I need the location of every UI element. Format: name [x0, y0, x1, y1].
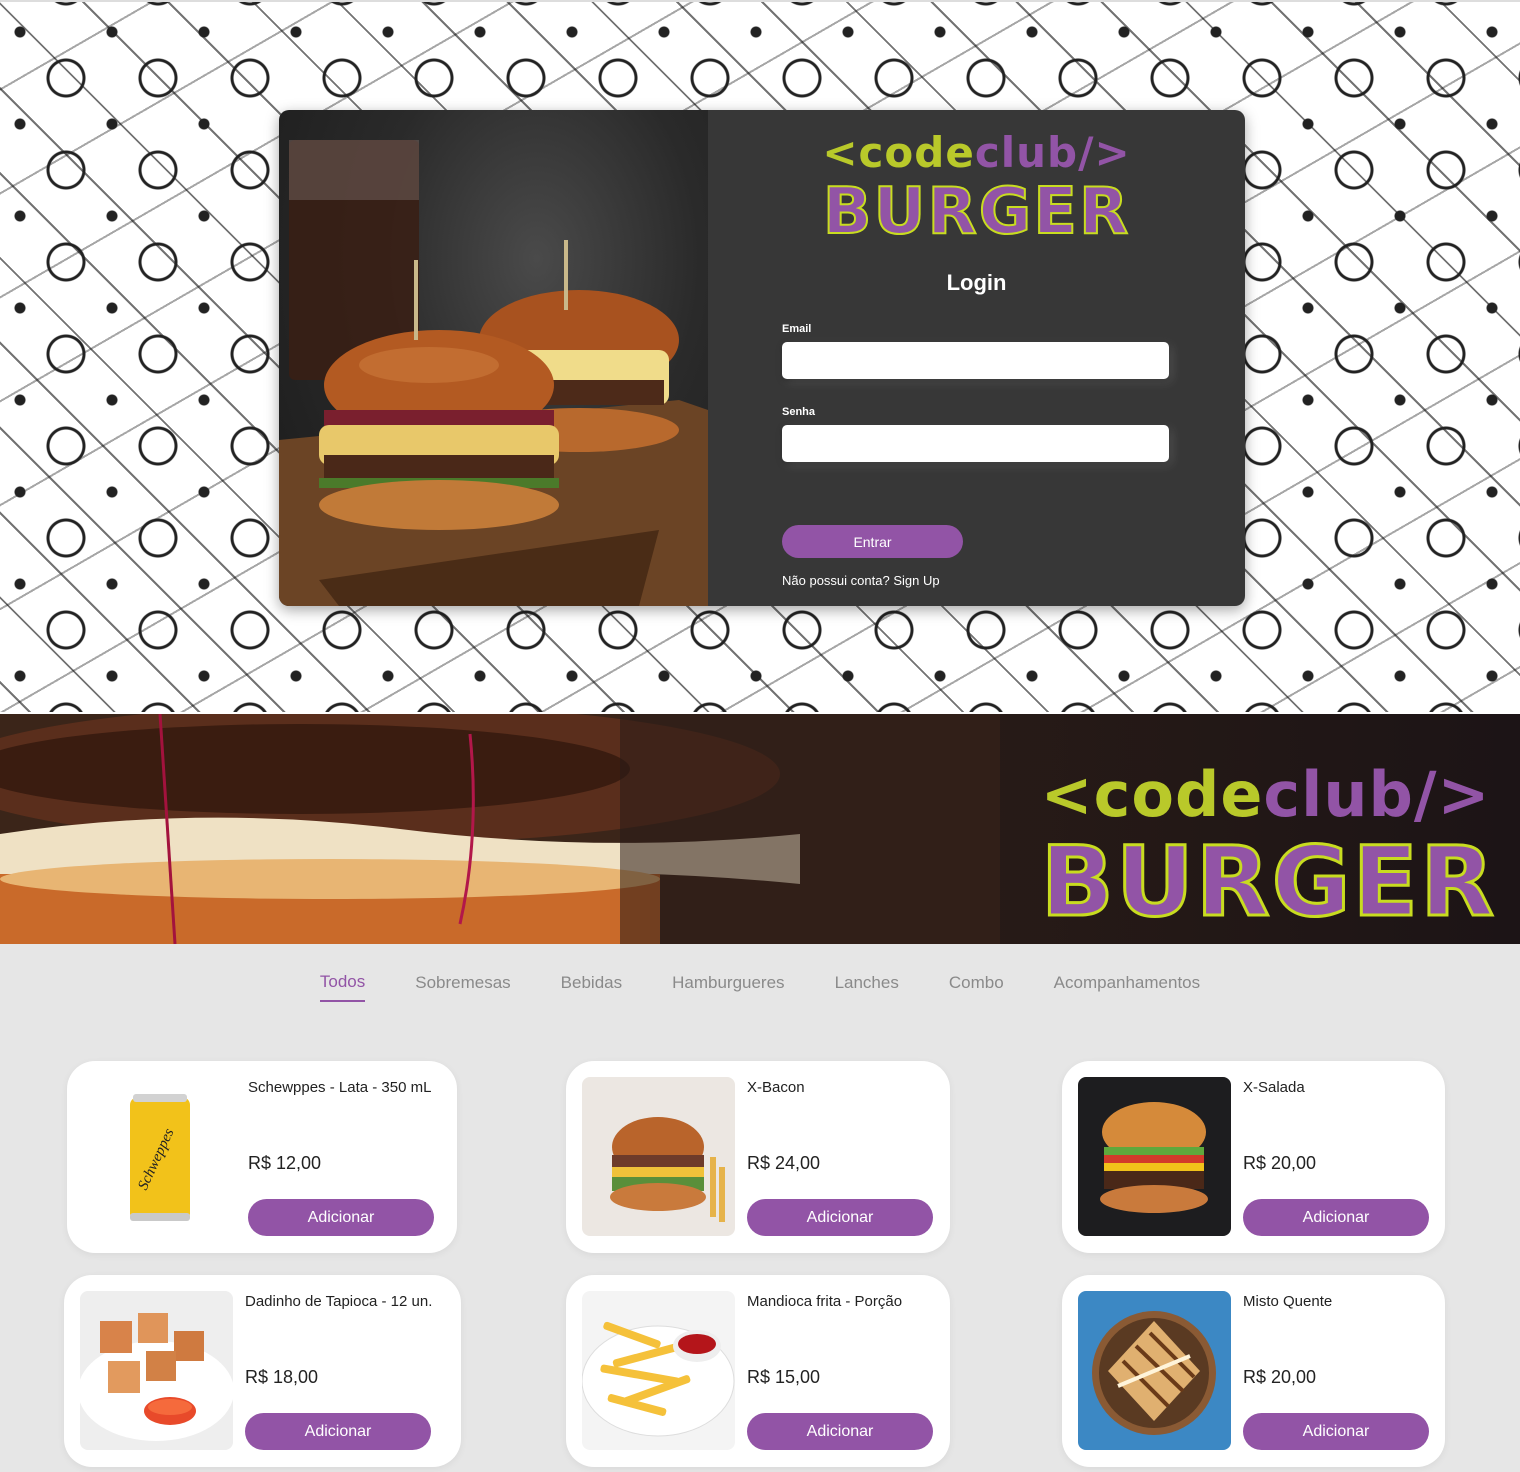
email-label: Email — [782, 323, 812, 335]
add-to-cart-button[interactable]: Adicionar — [1243, 1199, 1429, 1236]
email-field[interactable] — [782, 342, 1169, 379]
logo-code-prefix: <code — [822, 128, 975, 177]
product-grid: Schweppes Schewppes - Lata - 350 mL R$ 1… — [0, 1061, 1520, 1472]
logo-code-text: <codeclub/> — [708, 130, 1245, 176]
tab-lanches[interactable]: Lanches — [835, 968, 899, 1002]
product-price: R$ 24,00 — [747, 1153, 821, 1173]
add-to-cart-button[interactable]: Adicionar — [1243, 1413, 1429, 1450]
banner-logo-code-prefix: <code — [1040, 758, 1264, 831]
password-label: Senha — [782, 406, 816, 418]
product-name: Schewppes - Lata - 350 mL — [248, 1079, 432, 1096]
tapioca-cubes-icon — [80, 1291, 233, 1450]
hero-banner: <codeclub/> BURGER — [0, 714, 1520, 944]
signup-link[interactable]: Sign Up — [893, 573, 939, 588]
logo-burger-text: BURGER — [822, 175, 1131, 249]
banner-logo: <codeclub/> BURGER — [1039, 760, 1496, 938]
login-title: Login — [946, 270, 1007, 295]
burger-photo — [279, 110, 708, 606]
login-page: <codeclub/> BURGER Login Email Senha Ent… — [0, 0, 1520, 712]
add-to-cart-button[interactable]: Adicionar — [245, 1413, 431, 1450]
signup-prompt: Não possui conta? Sign Up — [782, 573, 940, 588]
tab-hamburgueres[interactable]: Hamburgueres — [672, 968, 784, 1002]
burger-icon — [1078, 1077, 1231, 1236]
add-to-cart-button[interactable]: Adicionar — [747, 1199, 933, 1236]
login-submit-button[interactable]: Entrar — [782, 525, 963, 558]
burger-icon — [582, 1077, 735, 1236]
banner-logo-code-text: <codeclub/> — [1041, 760, 1496, 830]
product-price: R$ 20,00 — [1243, 1153, 1317, 1173]
menu-page: <codeclub/> BURGER Todos Sobremesas Bebi… — [0, 714, 1520, 1472]
tab-bebidas[interactable]: Bebidas — [561, 968, 622, 1002]
product-name: Misto Quente — [1243, 1293, 1333, 1310]
product-card: X-Salada R$ 20,00 Adicionar — [1062, 1061, 1445, 1253]
product-price: R$ 12,00 — [248, 1153, 322, 1173]
product-price: R$ 18,00 — [245, 1367, 319, 1387]
product-name: Mandioca frita - Porção — [747, 1293, 903, 1310]
signup-prompt-text: Não possui conta? — [782, 573, 890, 588]
login-card: <codeclub/> BURGER Login Email Senha Ent… — [279, 110, 1245, 606]
tab-combo[interactable]: Combo — [949, 968, 1004, 1002]
tab-acompanhamentos[interactable]: Acompanhamentos — [1054, 968, 1200, 1002]
toast-sandwich-icon — [1078, 1291, 1231, 1450]
schweppes-can-icon: Schweppes — [83, 1077, 236, 1236]
product-name: X-Bacon — [747, 1079, 805, 1096]
tab-sobremesas[interactable]: Sobremesas — [415, 968, 510, 1002]
category-tabs: Todos Sobremesas Bebidas Hamburgueres La… — [0, 968, 1520, 1002]
add-to-cart-button[interactable]: Adicionar — [248, 1199, 434, 1236]
product-card: Mandioca frita - Porção R$ 15,00 Adicion… — [566, 1275, 950, 1467]
product-card: Dadinho de Tapioca - 12 un. R$ 18,00 Adi… — [64, 1275, 461, 1467]
banner-burger-image — [0, 714, 1000, 944]
tab-todos[interactable]: Todos — [319, 968, 366, 1002]
fries-icon — [582, 1291, 735, 1450]
banner-logo-burger-text: BURGER — [1039, 826, 1496, 938]
burger-photo-illustration — [279, 140, 708, 606]
product-price: R$ 20,00 — [1243, 1367, 1317, 1387]
login-panel: <codeclub/> BURGER Login Email Senha Ent… — [708, 110, 1245, 606]
banner-logo-code-suffix: club/> — [1263, 758, 1491, 831]
product-card: Schweppes Schewppes - Lata - 350 mL R$ 1… — [67, 1061, 457, 1253]
product-name: X-Salada — [1243, 1079, 1305, 1096]
password-field[interactable] — [782, 425, 1169, 462]
logo-code-suffix: club/> — [974, 128, 1131, 177]
product-name: Dadinho de Tapioca - 12 un. — [245, 1293, 433, 1310]
product-price: R$ 15,00 — [747, 1367, 821, 1387]
add-to-cart-button[interactable]: Adicionar — [747, 1413, 933, 1450]
brand-logo: <codeclub/> BURGER — [708, 130, 1245, 250]
product-card: X-Bacon R$ 24,00 Adicionar — [566, 1061, 950, 1253]
product-card: Misto Quente R$ 20,00 Adicionar — [1062, 1275, 1445, 1467]
